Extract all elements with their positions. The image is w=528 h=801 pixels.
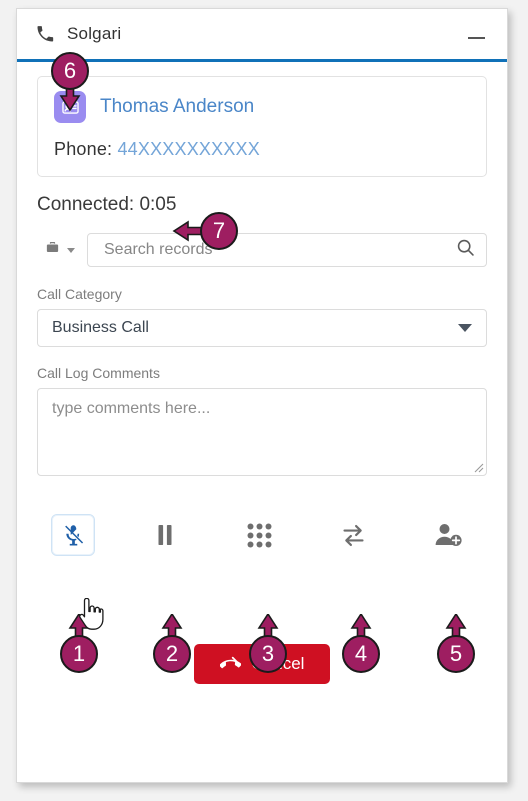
mute-button[interactable] xyxy=(51,514,95,556)
keypad-button[interactable] xyxy=(234,513,284,557)
connected-status: Connected: 0:05 xyxy=(37,194,177,215)
microphone-muted-icon xyxy=(64,524,83,545)
call-category-value: Business Call xyxy=(52,319,149,336)
minimize-icon xyxy=(467,37,485,39)
titlebar-left: Solgari xyxy=(35,24,121,44)
transfer-button[interactable] xyxy=(329,513,379,557)
call-log-label: Call Log Comments xyxy=(37,365,160,381)
contact-phone-label: Phone: xyxy=(54,139,113,159)
call-category-select[interactable]: Business Call xyxy=(37,309,487,347)
dialpad-icon xyxy=(247,523,271,547)
call-log-field: Call Log Comments xyxy=(37,365,487,476)
annotation-badge-1: 1 xyxy=(60,635,98,673)
call-log-box[interactable] xyxy=(37,388,487,476)
app-title: Solgari xyxy=(67,24,122,43)
call-controls-bar xyxy=(37,512,487,558)
add-participant-button[interactable] xyxy=(423,513,473,557)
minimize-button[interactable] xyxy=(459,25,493,51)
transfer-arrows-icon xyxy=(343,524,364,546)
add-person-icon xyxy=(435,523,462,546)
hand-pointer-cursor xyxy=(79,598,104,630)
search-input[interactable] xyxy=(102,240,455,260)
hold-button[interactable] xyxy=(140,513,190,557)
screenshot-root: Solgari Thomas Anderson Phone: 44XXXXXXX… xyxy=(0,0,528,801)
chevron-down-icon xyxy=(458,324,472,332)
window-titlebar: Solgari xyxy=(17,9,507,59)
window-body: Thomas Anderson Phone: 44XXXXXXXXXX Conn… xyxy=(17,62,507,684)
search-icon[interactable] xyxy=(455,237,476,263)
contact-card: Thomas Anderson Phone: 44XXXXXXXXXX xyxy=(37,76,487,177)
contact-phone-row: Phone: 44XXXXXXXXXX xyxy=(54,139,470,160)
search-scope-selector[interactable] xyxy=(37,233,87,267)
annotation-badge-4: 4 xyxy=(342,635,380,673)
annotation-badge-7: 7 xyxy=(200,212,238,250)
call-category-field: Call Category Business Call xyxy=(37,286,487,347)
pause-icon xyxy=(158,525,171,545)
contact-name-row: Thomas Anderson xyxy=(54,91,470,123)
contact-phone-value[interactable]: 44XXXXXXXXXX xyxy=(117,139,259,159)
hangup-phone-icon xyxy=(219,656,241,668)
chevron-down-icon xyxy=(67,247,75,253)
annotation-badge-3: 3 xyxy=(249,635,287,673)
search-row xyxy=(37,232,487,268)
annotation-badge-5: 5 xyxy=(437,635,475,673)
annotation-badge-6: 6 xyxy=(51,52,89,90)
annotation-badge-2: 2 xyxy=(153,635,191,673)
call-log-textarea[interactable] xyxy=(38,389,486,475)
phone-handset-icon xyxy=(35,24,55,44)
search-box[interactable] xyxy=(87,233,487,267)
briefcase-icon xyxy=(45,240,60,260)
contact-name[interactable]: Thomas Anderson xyxy=(100,96,254,118)
call-category-label: Call Category xyxy=(37,286,122,302)
